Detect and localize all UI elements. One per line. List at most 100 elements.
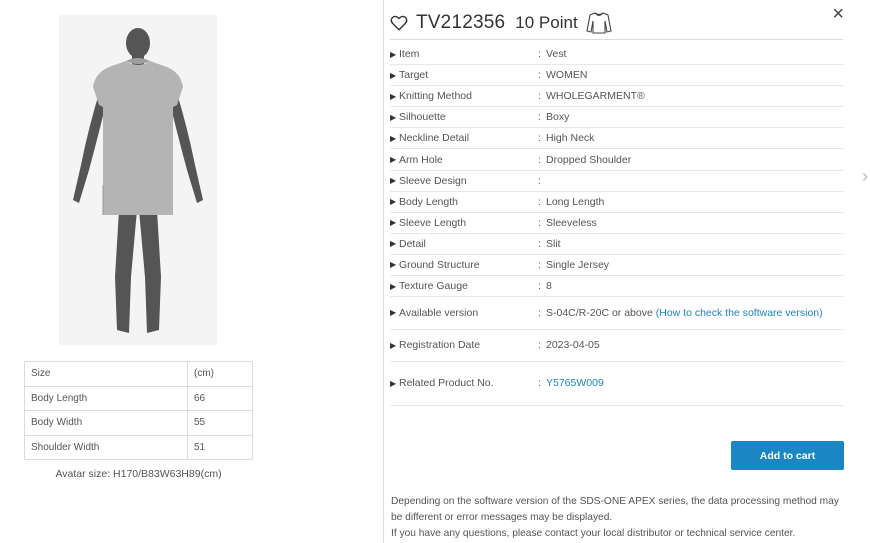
triangle-icon: ▶ <box>390 340 397 350</box>
triangle-icon: ▶ <box>390 133 397 143</box>
spec-row-related-product: ▶ Related Product No. : Y5765W009 <box>390 362 843 406</box>
related-product-link[interactable]: Y5765W009 <box>546 377 843 389</box>
spec-label: Texture Gauge <box>399 280 468 293</box>
spec-list: ▶ Item : Vest ▶ Target : WOMEN ▶ Knittin… <box>390 44 843 406</box>
size-label: Body Length <box>24 385 188 411</box>
spec-row-neckline-detail: ▶ Neckline Detail : High Neck <box>390 128 843 150</box>
spec-row-item: ▶ Item : Vest <box>390 44 843 66</box>
product-points: 10 Point <box>515 13 578 32</box>
triangle-icon: ▶ <box>390 260 397 270</box>
spec-value: S-04C/R-20C or above (How to check the s… <box>546 307 843 319</box>
spec-value: Sleeveless <box>546 216 597 229</box>
triangle-icon: ▶ <box>390 281 397 291</box>
spec-label: Ground Structure <box>399 258 480 271</box>
spec-label: Silhouette <box>399 111 446 124</box>
product-title: TV212356 10 Point <box>390 8 612 38</box>
note-line: be different or error messages may be di… <box>391 512 613 523</box>
spec-label: Target <box>399 69 429 82</box>
spec-value: Single Jersey <box>546 258 610 271</box>
spec-colon: : <box>538 195 541 208</box>
spec-row-ground-structure: ▶ Ground Structure : Single Jersey <box>390 255 843 277</box>
spec-colon: : <box>538 237 541 250</box>
spec-colon: : <box>538 174 541 187</box>
spec-colon: : <box>538 132 541 145</box>
sweater-icon <box>586 12 612 34</box>
size-table-header: Size (cm) <box>24 361 253 387</box>
size-label: Body Width <box>24 410 188 436</box>
spec-row-body-length: ▶ Body Length : Long Length <box>390 192 843 213</box>
spec-label: Sleeve Design <box>399 174 467 187</box>
preview-pane: Size (cm) Body Length 66 Body Width 55 S… <box>0 0 383 543</box>
add-to-cart-button[interactable]: Add to cart <box>731 441 844 470</box>
triangle-icon: ▶ <box>390 112 397 122</box>
spec-row-knitting-method: ▶ Knitting Method : WHOLEGARMENT® <box>390 86 843 108</box>
spec-colon: : <box>538 153 541 166</box>
spec-row-sleeve-length: ▶ Sleeve Length : Sleeveless <box>390 213 843 234</box>
spec-colon: : <box>538 258 541 271</box>
title-divider <box>390 39 843 40</box>
version-value: S-04C/R-20C or above <box>546 306 653 319</box>
spec-value: WOMEN <box>546 69 588 82</box>
spec-value: Vest <box>546 48 567 61</box>
spec-value: WHOLEGARMENT® <box>546 90 645 103</box>
avatar-preview-image <box>59 15 217 345</box>
spec-value: Long Length <box>546 195 605 208</box>
spec-row-registration-date: ▶ Registration Date : 2023-04-05 <box>390 330 843 362</box>
triangle-icon: ▶ <box>390 176 397 186</box>
detail-pane: × › TV212356 10 Point ▶ Item : Vest ▶ Ta… <box>384 0 870 543</box>
chevron-right-icon[interactable]: › <box>862 166 868 187</box>
table-row: Shoulder Width 51 <box>24 434 253 460</box>
spec-value: 8 <box>546 280 552 293</box>
triangle-icon: ▶ <box>390 49 397 59</box>
spec-row-available-version: ▶ Available version : S-04C/R-20C or abo… <box>390 297 843 330</box>
spec-label: Detail <box>399 237 426 250</box>
spec-value: Slit <box>546 237 561 250</box>
spec-value: Boxy <box>546 111 570 124</box>
triangle-icon: ▶ <box>390 197 397 207</box>
size-value: 51 <box>187 434 253 460</box>
size-value: 55 <box>187 410 253 436</box>
spec-value: 2023-04-05 <box>546 339 600 352</box>
note-line: Depending on the software version of the… <box>391 496 839 507</box>
spec-label: Sleeve Length <box>399 216 467 229</box>
spec-label: Neckline Detail <box>399 132 470 145</box>
spec-colon: : <box>538 69 541 82</box>
triangle-icon: ▶ <box>390 218 397 228</box>
spec-value: Dropped Shoulder <box>546 153 632 166</box>
spec-label: Arm Hole <box>399 153 443 166</box>
close-icon[interactable]: × <box>832 4 844 24</box>
spec-colon: : <box>538 111 541 124</box>
triangle-icon: ▶ <box>390 239 397 249</box>
note-line: If you have any questions, please contac… <box>391 528 796 539</box>
spec-row-texture-gauge: ▶ Texture Gauge : 8 <box>390 276 843 298</box>
version-help-link[interactable]: (How to check the software version) <box>656 307 823 319</box>
size-header-label: Size <box>24 361 188 387</box>
spec-colon: : <box>538 90 541 103</box>
size-table: Size (cm) Body Length 66 Body Width 55 S… <box>24 361 253 460</box>
size-label: Shoulder Width <box>24 434 188 460</box>
spec-row-detail: ▶ Detail : Slit <box>390 234 843 255</box>
size-value: 66 <box>187 385 253 411</box>
spec-label: Available version <box>399 306 479 319</box>
spec-colon: : <box>538 280 541 293</box>
spec-colon: : <box>538 216 541 229</box>
avatar-size-caption: Avatar size: H170/B83W63H89(cm) <box>55 468 222 480</box>
avatar-figure <box>73 28 203 333</box>
triangle-icon: ▶ <box>390 308 397 318</box>
triangle-icon: ▶ <box>390 378 397 388</box>
size-header-unit: (cm) <box>187 361 253 387</box>
spec-colon: : <box>538 339 541 352</box>
product-code: TV212356 <box>416 12 506 33</box>
spec-value: High Neck <box>546 132 595 145</box>
spec-row-arm-hole: ▶ Arm Hole : Dropped Shoulder <box>390 149 843 171</box>
spec-colon: : <box>538 377 541 390</box>
spec-label: Registration Date <box>399 339 481 352</box>
triangle-icon: ▶ <box>390 155 397 165</box>
triangle-icon: ▶ <box>390 70 397 80</box>
table-row: Body Width 55 <box>24 410 253 436</box>
spec-colon: : <box>538 48 541 61</box>
spec-colon: : <box>538 306 541 319</box>
heart-icon[interactable] <box>390 14 408 32</box>
spec-row-silhouette: ▶ Silhouette : Boxy <box>390 107 843 129</box>
table-row: Body Length 66 <box>24 385 253 411</box>
